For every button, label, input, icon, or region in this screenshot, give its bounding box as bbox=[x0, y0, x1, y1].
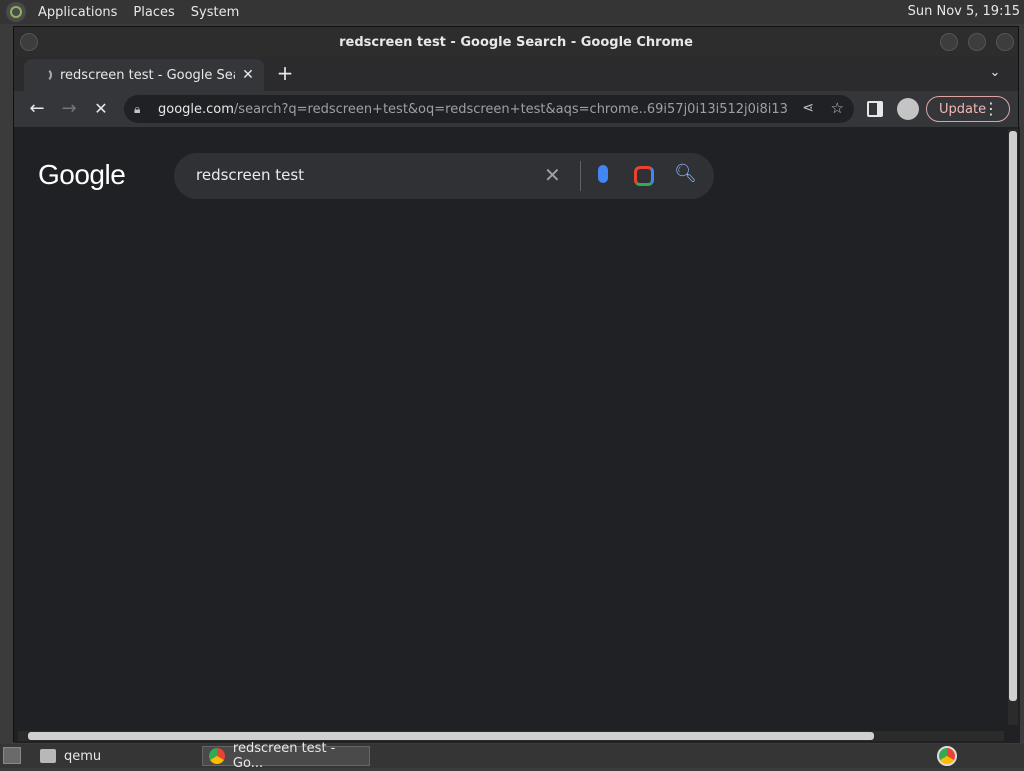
top-panel: Applications Places System Sun Nov 5, 19… bbox=[0, 0, 1024, 24]
microphone-icon[interactable] bbox=[598, 165, 608, 183]
horizontal-scroll-thumb[interactable] bbox=[28, 732, 874, 740]
search-divider bbox=[580, 161, 581, 191]
forward-arrow-icon[interactable]: → bbox=[58, 98, 80, 120]
close-window-button[interactable] bbox=[996, 33, 1014, 51]
horizontal-scrollbar[interactable] bbox=[18, 731, 1004, 741]
chrome-icon bbox=[209, 748, 225, 764]
gnome-logo-icon[interactable] bbox=[6, 2, 26, 22]
tab-strip: redscreen test - Google Search ✕ + ⌄ bbox=[14, 57, 1018, 91]
chrome-tray-icon[interactable] bbox=[937, 746, 957, 766]
maximize-button[interactable] bbox=[968, 33, 986, 51]
bookmark-star-icon[interactable]: ☆ bbox=[831, 99, 844, 117]
show-desktop-icon[interactable] bbox=[3, 747, 21, 764]
tab-active[interactable]: redscreen test - Google Search ✕ bbox=[24, 59, 264, 91]
window-title: redscreen test - Google Search - Google … bbox=[339, 34, 693, 50]
taskbar-item-chrome[interactable]: redscreen test - Go... bbox=[202, 741, 370, 771]
chrome-window: redscreen test - Google Search - Google … bbox=[13, 26, 1020, 743]
google-logo[interactable]: Google bbox=[38, 159, 126, 191]
system-menu[interactable]: System bbox=[187, 5, 243, 20]
update-label: Update bbox=[939, 101, 987, 117]
window-menu-button[interactable] bbox=[20, 33, 38, 51]
url-path: /search?q=redscreen+test&oq=redscreen+te… bbox=[233, 101, 788, 117]
url-text[interactable]: google.com/search?q=redscreen+test&oq=re… bbox=[158, 102, 788, 117]
update-button[interactable]: Update ⋮ bbox=[926, 96, 1010, 122]
menu-dots-icon[interactable]: ⋮ bbox=[983, 99, 999, 118]
applications-menu[interactable]: Applications bbox=[34, 5, 121, 20]
clear-search-icon[interactable]: ✕ bbox=[544, 163, 561, 187]
vertical-scroll-thumb[interactable] bbox=[1009, 131, 1017, 701]
bottom-taskbar: qemu redscreen test - Go... bbox=[0, 741, 1024, 771]
taskbar-item-qemu[interactable]: qemu bbox=[34, 746, 194, 766]
lock-icon[interactable]: 🔒︎ bbox=[134, 102, 148, 117]
share-icon[interactable]: ⋖ bbox=[802, 100, 814, 116]
search-icon[interactable]: 🔍︎ bbox=[674, 163, 697, 184]
page-content: Google redscreen test ✕ 🔍︎ bbox=[14, 127, 1020, 743]
address-bar[interactable]: 🔒︎ google.com/search?q=redscreen+test&oq… bbox=[124, 95, 854, 123]
tab-search-chevron-icon[interactable]: ⌄ bbox=[986, 65, 1004, 83]
side-panel-icon[interactable] bbox=[867, 101, 883, 117]
clock[interactable]: Sun Nov 5, 19:15 bbox=[908, 4, 1020, 19]
profile-avatar-icon[interactable] bbox=[897, 98, 919, 120]
vertical-scrollbar[interactable] bbox=[1008, 129, 1018, 725]
minimize-button[interactable] bbox=[940, 33, 958, 51]
folder-icon bbox=[40, 749, 56, 763]
tab-title: redscreen test - Google Search bbox=[60, 67, 235, 83]
back-arrow-icon[interactable]: ← bbox=[26, 98, 48, 120]
taskbar-item-label: qemu bbox=[64, 748, 102, 764]
url-host: google.com bbox=[158, 101, 234, 117]
toolbar: ← → ✕ 🔒︎ google.com/search?q=redscreen+t… bbox=[14, 91, 1018, 127]
search-box[interactable]: redscreen test ✕ 🔍︎ bbox=[174, 153, 714, 199]
close-tab-icon[interactable]: ✕ bbox=[240, 67, 256, 83]
loading-spinner-icon bbox=[38, 68, 52, 82]
taskbar-item-label: redscreen test - Go... bbox=[232, 741, 336, 771]
google-lens-icon[interactable] bbox=[634, 166, 654, 186]
stop-loading-icon[interactable]: ✕ bbox=[90, 98, 112, 120]
window-titlebar[interactable]: redscreen test - Google Search - Google … bbox=[14, 27, 1018, 57]
new-tab-button[interactable]: + bbox=[274, 63, 296, 85]
search-query[interactable]: redscreen test bbox=[196, 166, 304, 184]
places-menu[interactable]: Places bbox=[129, 5, 178, 20]
